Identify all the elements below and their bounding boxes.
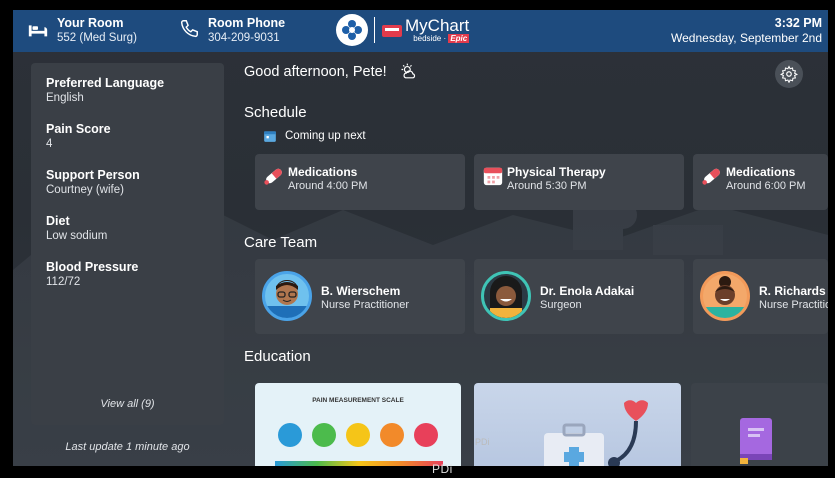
- info-label: Diet: [46, 214, 70, 228]
- schedule-card[interactable]: Medications Around 6:00 PM: [693, 154, 828, 210]
- medical-kit-illustration-icon: [544, 400, 648, 466]
- book-icon: [740, 418, 772, 464]
- info-item: Support Person Courtney (wife): [46, 167, 140, 198]
- room-label: Your Room: [57, 16, 124, 30]
- info-label: Blood Pressure: [46, 260, 139, 274]
- team-member-name: B. Wierschem: [321, 284, 401, 298]
- clock: 3:32 PM Wednesday, September 2nd: [671, 16, 822, 46]
- face-icon: [380, 423, 404, 447]
- info-label: Preferred Language: [46, 76, 165, 90]
- info-value: 4: [46, 138, 53, 150]
- mychart-bed-icon: [382, 25, 402, 37]
- care-team-card[interactable]: R. Richards Nurse Practitioner: [693, 259, 828, 334]
- schedule-title-text: Physical Therapy: [507, 165, 606, 179]
- team-member-name: R. Richards: [759, 284, 826, 298]
- education-card-medical[interactable]: [474, 383, 681, 466]
- schedule-time: Around 4:00 PM: [288, 180, 368, 192]
- settings-button[interactable]: [775, 60, 803, 88]
- epic-logo: Epic: [448, 33, 470, 43]
- mychart-bedside-logo: MyChart bedside · Epic: [336, 14, 470, 46]
- info-label: Pain Score: [46, 122, 111, 136]
- current-time: 3:32 PM: [774, 16, 822, 30]
- team-member-name: Dr. Enola Adakai: [540, 284, 635, 298]
- pdi-watermark: PDi: [432, 462, 453, 476]
- education-card-pain-scale[interactable]: PAIN MEASUREMENT SCALE: [255, 383, 461, 466]
- screen: Your Room 552 (Med Surg) Room Phone 304-…: [13, 10, 828, 466]
- greeting-text: Good afternoon, Pete!: [244, 64, 387, 80]
- info-item: Blood Pressure 112/72: [46, 259, 138, 290]
- device-frame: Your Room 552 (Med Surg) Room Phone 304-…: [0, 0, 835, 478]
- info-label: Support Person: [46, 168, 140, 182]
- room-value: 552 (Med Surg): [57, 32, 137, 44]
- avatar: [481, 271, 531, 321]
- schedule-time: Around 6:00 PM: [726, 180, 806, 192]
- team-member-role: Surgeon: [540, 299, 582, 311]
- info-item: Preferred Language English: [46, 75, 164, 106]
- phone-value: 304-209-9031: [208, 32, 280, 44]
- education-title: Education: [244, 348, 311, 365]
- info-item: Pain Score 4: [46, 121, 111, 152]
- schedule-card[interactable]: Physical Therapy Around 5:30 PM: [474, 154, 684, 210]
- face-icon: [278, 423, 302, 447]
- calendar-icon: [483, 167, 503, 186]
- info-value: English: [46, 92, 84, 104]
- schedule-title-text: Medications: [726, 165, 796, 179]
- info-item: Diet Low sodium: [46, 213, 107, 244]
- info-value: Low sodium: [46, 230, 108, 242]
- education-card-book[interactable]: [691, 383, 828, 466]
- brand-sub: bedside · Epic: [413, 33, 470, 43]
- team-member-role: Nurse Practitioner: [321, 299, 410, 311]
- brand-name: MyChart: [405, 15, 470, 35]
- info-value: 112/72: [46, 276, 81, 288]
- current-date: Wednesday, September 2nd: [671, 31, 822, 45]
- education-card-title: PAIN MEASUREMENT SCALE: [312, 397, 404, 404]
- schedule-title: Schedule: [244, 104, 307, 121]
- greeting: Good afternoon, Pete!: [244, 62, 419, 82]
- schedule-time: Around 5:30 PM: [507, 180, 587, 192]
- last-update: Last update 1 minute ago: [65, 441, 190, 453]
- patient-info-panel: Preferred Language English Pain Score 4 …: [31, 63, 224, 425]
- gear-icon: [780, 65, 798, 83]
- schedule-card[interactable]: Medications Around 4:00 PM: [255, 154, 465, 210]
- bed-icon: [28, 25, 48, 37]
- care-team-card[interactable]: Dr. Enola Adakai Surgeon: [474, 259, 684, 334]
- phone-info: Room Phone 304-209-9031: [178, 16, 285, 45]
- hospital-logo-icon: [336, 14, 368, 46]
- avatar: [700, 271, 750, 321]
- coming-up-text: Coming up next: [285, 130, 366, 142]
- partly-sunny-icon: [401, 63, 415, 79]
- top-bar: Your Room 552 (Med Surg) Room Phone 304-…: [13, 10, 828, 52]
- face-icon: [346, 423, 370, 447]
- info-value: Courtney (wife): [46, 184, 124, 196]
- view-all-link[interactable]: View all (9): [31, 398, 224, 410]
- pdi-watermark-small: PDi: [475, 437, 490, 447]
- face-icon: [312, 423, 336, 447]
- room-info: Your Room 552 (Med Surg): [27, 16, 137, 45]
- phone-icon: [180, 20, 198, 38]
- care-team-card[interactable]: B. Wierschem Nurse Practitioner: [255, 259, 465, 334]
- coming-up-label: Coming up next: [263, 129, 366, 143]
- face-icon: [414, 423, 438, 447]
- pill-icon: [702, 168, 720, 185]
- team-member-role: Nurse Practitioner: [759, 299, 828, 311]
- avatar: [262, 271, 312, 321]
- calendar-icon: [264, 131, 276, 142]
- schedule-title-text: Medications: [288, 165, 358, 179]
- care-team-title: Care Team: [244, 234, 318, 251]
- phone-label: Room Phone: [208, 16, 286, 30]
- pill-icon: [264, 168, 282, 185]
